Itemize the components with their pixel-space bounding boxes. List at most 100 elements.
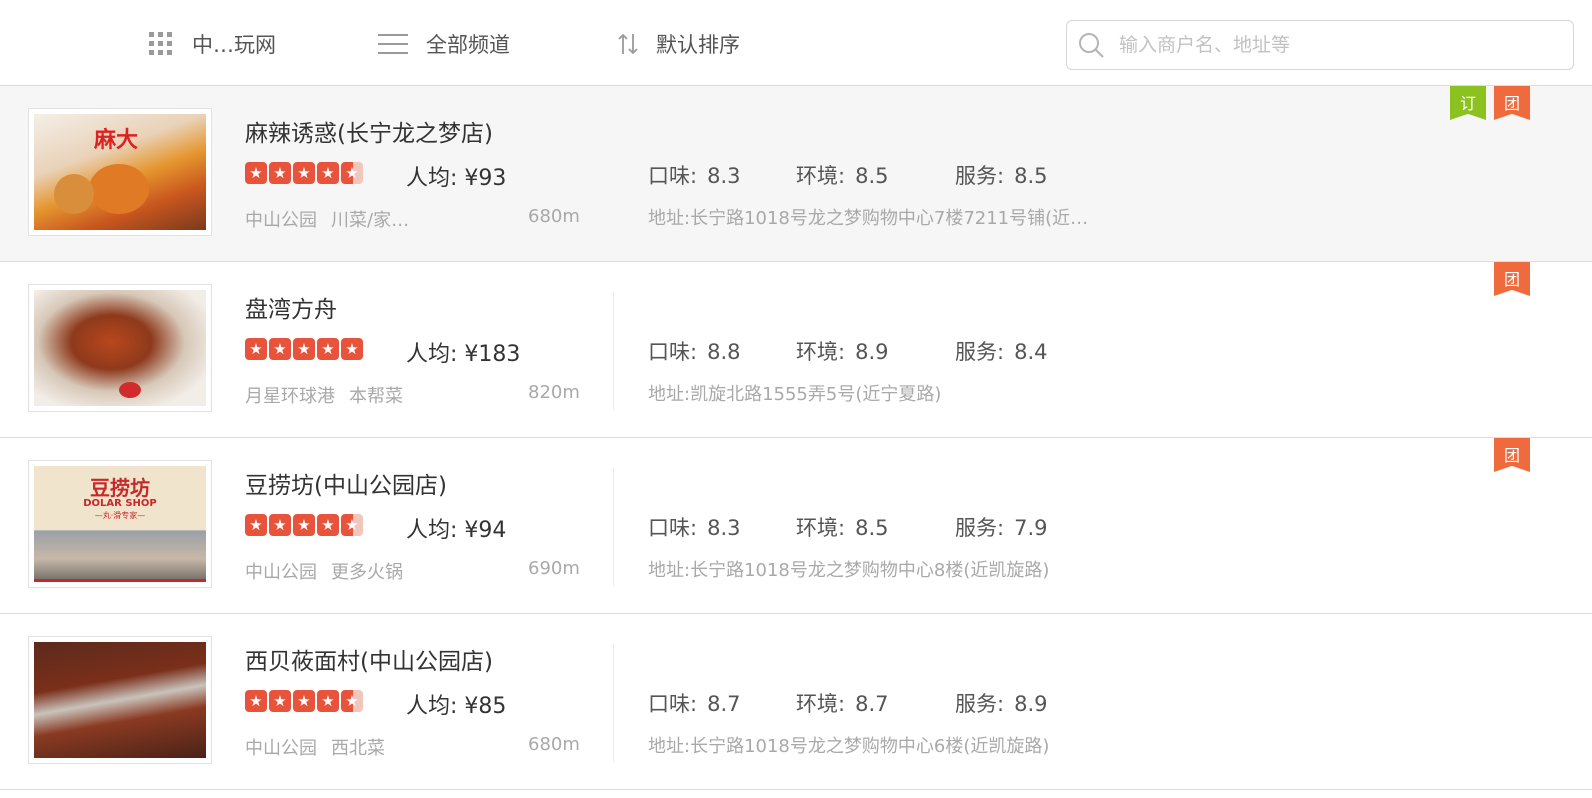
- location-category: 月星环球港 本帮菜: [245, 382, 403, 408]
- star-icon: ★: [245, 162, 267, 184]
- avg-price: 人均: ¥85: [406, 694, 507, 719]
- star-icon: ★: [317, 514, 339, 536]
- area-label: 中山公园: [245, 738, 317, 759]
- env-value: 8.7: [855, 692, 889, 716]
- taste-score: 口味: 8.3: [648, 160, 740, 190]
- restaurant-item[interactable]: 麻大 麻辣诱惑(长宁龙之梦店) ★ ★ ★ ★ ★ 人均: ¥93 中山公园 川菜…: [0, 86, 1592, 262]
- address: 地址:长宁路1018号龙之梦购物中心6楼(近凯旋路): [648, 736, 1050, 757]
- env-score: 环境: 8.9: [796, 336, 888, 366]
- distance: 680m: [528, 734, 580, 755]
- divider: [613, 644, 614, 762]
- taste-label: 口味:: [648, 516, 698, 540]
- search-input[interactable]: [1117, 33, 1541, 57]
- taste-label: 口味:: [648, 692, 698, 716]
- service-value: 8.4: [1014, 340, 1048, 364]
- restaurant-list: 麻大 麻辣诱惑(长宁龙之梦店) ★ ★ ★ ★ ★ 人均: ¥93 中山公园 川菜…: [0, 86, 1592, 790]
- service-label: 服务:: [955, 164, 1005, 188]
- thumb-logo-text: 麻大: [94, 127, 139, 153]
- address: 地址:长宁路1018号龙之梦购物中心7楼7211号铺(近…: [648, 208, 1089, 229]
- star-icon: ★: [317, 162, 339, 184]
- divider: [613, 468, 614, 586]
- env-score: 环境: 8.5: [796, 160, 888, 190]
- half-star-icon: ★: [341, 690, 363, 712]
- restaurant-name[interactable]: 麻辣诱惑(长宁龙之梦店): [245, 114, 493, 148]
- thumb-logo-tagline: —丸·滑专家—: [94, 511, 146, 520]
- restaurant-item[interactable]: 盘湾方舟 ★ ★ ★ ★ ★ 人均: ¥183 月星环球港 本帮菜 820m 口味…: [0, 262, 1592, 438]
- sort-selector[interactable]: 默认排序: [618, 28, 740, 60]
- star-icon: ★: [293, 162, 315, 184]
- taste-value: 8.3: [707, 516, 741, 540]
- service-label: 服务:: [955, 692, 1005, 716]
- env-label: 环境:: [796, 340, 846, 364]
- area-label: 月星环球港: [245, 386, 335, 407]
- location-category: 中山公园 川菜/家…: [245, 206, 409, 232]
- star-icon: ★: [245, 514, 267, 536]
- restaurant-photo[interactable]: 豆捞坊 DOLAR SHOP —丸·滑专家—: [28, 460, 212, 588]
- reservation-badge[interactable]: 订: [1450, 86, 1486, 120]
- taste-value: 8.3: [707, 164, 741, 188]
- star-icon: ★: [293, 514, 315, 536]
- star-icon: ★: [269, 338, 291, 360]
- avg-price: 人均: ¥183: [406, 342, 521, 367]
- grid-icon: [148, 31, 174, 57]
- group-buy-badge[interactable]: 团: [1494, 438, 1530, 472]
- taste-label: 口味:: [648, 164, 698, 188]
- star-rating: ★ ★ ★ ★ ★: [245, 338, 365, 360]
- group-buy-badge[interactable]: 团: [1494, 86, 1530, 120]
- search-box[interactable]: [1066, 20, 1574, 70]
- area-label: 中山公园: [245, 562, 317, 583]
- star-icon: ★: [245, 690, 267, 712]
- star-icon: ★: [269, 514, 291, 536]
- star-rating: ★ ★ ★ ★ ★: [245, 690, 365, 712]
- area-label: 中山公园: [245, 210, 317, 231]
- env-label: 环境:: [796, 164, 846, 188]
- half-star-icon: ★: [341, 514, 363, 536]
- env-value: 8.9: [855, 340, 889, 364]
- service-score: 服务: 7.9: [955, 512, 1047, 542]
- service-label: 服务:: [955, 516, 1005, 540]
- restaurant-photo[interactable]: 麻大: [28, 108, 212, 236]
- distance: 680m: [528, 206, 580, 227]
- menu-icon: [378, 32, 408, 56]
- service-value: 7.9: [1014, 516, 1048, 540]
- address: 地址:长宁路1018号龙之梦购物中心8楼(近凯旋路): [648, 560, 1050, 581]
- env-score: 环境: 8.5: [796, 512, 888, 542]
- star-icon: ★: [245, 338, 267, 360]
- group-buy-badge[interactable]: 团: [1494, 262, 1530, 296]
- city-selector[interactable]: 中…玩网: [148, 28, 276, 60]
- star-icon: ★: [269, 690, 291, 712]
- taste-value: 8.7: [707, 692, 741, 716]
- channel-selector[interactable]: 全部频道: [378, 28, 510, 60]
- restaurant-item[interactable]: 豆捞坊 DOLAR SHOP —丸·滑专家— 豆捞坊(中山公园店) ★ ★ ★ …: [0, 438, 1592, 614]
- category-label: 更多火锅: [331, 562, 403, 583]
- category-label: 西北菜: [331, 738, 385, 759]
- service-value: 8.9: [1014, 692, 1048, 716]
- restaurant-item[interactable]: 西贝莜面村(中山公园店) ★ ★ ★ ★ ★ 人均: ¥85 中山公园 西北菜 6…: [0, 614, 1592, 790]
- service-score: 服务: 8.4: [955, 336, 1047, 366]
- star-icon: ★: [341, 338, 363, 360]
- distance: 820m: [528, 382, 580, 403]
- location-category: 中山公园 更多火锅: [245, 558, 403, 584]
- service-value: 8.5: [1014, 164, 1048, 188]
- restaurant-photo[interactable]: [28, 284, 212, 412]
- restaurant-photo[interactable]: [28, 636, 212, 764]
- category-label: 本帮菜: [349, 386, 403, 407]
- search-icon: [1077, 31, 1105, 59]
- restaurant-name[interactable]: 豆捞坊(中山公园店): [245, 466, 447, 500]
- star-icon: ★: [269, 162, 291, 184]
- category-label: 川菜/家…: [331, 210, 410, 231]
- divider: [613, 292, 614, 410]
- taste-label: 口味:: [648, 340, 698, 364]
- restaurant-name[interactable]: 西贝莜面村(中山公园店): [245, 642, 493, 676]
- service-score: 服务: 8.9: [955, 688, 1047, 718]
- star-icon: ★: [317, 690, 339, 712]
- star-icon: ★: [317, 338, 339, 360]
- env-score: 环境: 8.7: [796, 688, 888, 718]
- taste-score: 口味: 8.8: [648, 336, 740, 366]
- restaurant-name[interactable]: 盘湾方舟: [245, 290, 337, 324]
- thumb-logo-subtext: DOLAR SHOP: [83, 498, 157, 509]
- env-label: 环境:: [796, 516, 846, 540]
- thumb-logo-text: 豆捞坊: [90, 476, 150, 500]
- star-rating: ★ ★ ★ ★ ★: [245, 162, 365, 184]
- env-value: 8.5: [855, 516, 889, 540]
